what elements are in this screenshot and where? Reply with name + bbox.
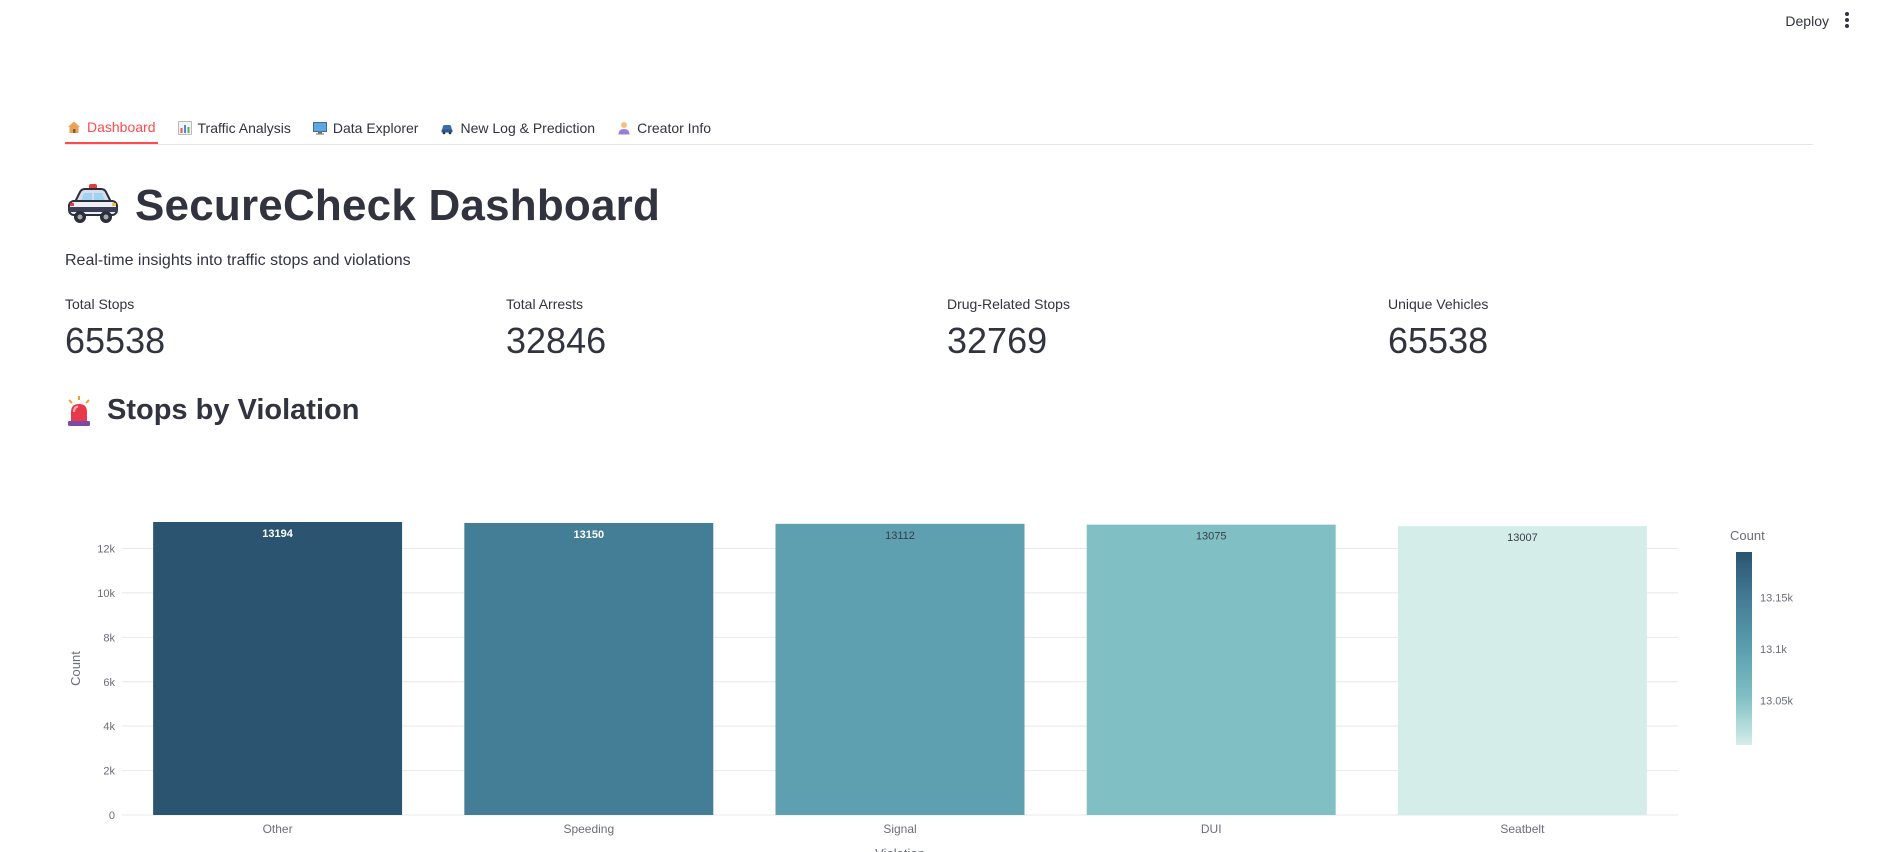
monitor-icon xyxy=(312,121,327,135)
bar-chart-icon xyxy=(177,121,192,135)
tab-traffic-analysis[interactable]: Traffic Analysis xyxy=(176,112,293,144)
y-tick-label: 4k xyxy=(103,721,115,733)
y-tick-label: 12k xyxy=(97,544,115,556)
metric-value: 65538 xyxy=(1388,320,1489,361)
y-tick-label: 0 xyxy=(109,810,115,822)
bar-value-label: 13075 xyxy=(1196,531,1227,543)
bar-value-label: 13194 xyxy=(262,528,293,540)
bar-value-label: 13112 xyxy=(885,530,915,542)
tab-bar: Dashboard Traffic Analysis Data Explorer… xyxy=(65,112,1813,145)
metric-total-arrests: Total Arrests 32846 xyxy=(506,296,606,362)
x-tick-label: DUI xyxy=(1201,822,1222,836)
car-icon xyxy=(440,121,454,135)
bar-value-label: 13150 xyxy=(574,529,605,541)
bar-seatbelt[interactable] xyxy=(1397,526,1647,815)
colorbar-tick-label: 13.1k xyxy=(1760,644,1787,656)
x-tick-label: Signal xyxy=(883,822,916,836)
y-tick-label: 6k xyxy=(103,677,115,689)
person-icon xyxy=(617,121,631,135)
y-tick-label: 10k xyxy=(97,588,115,600)
main-menu-icon[interactable] xyxy=(1844,12,1850,30)
metric-value: 32769 xyxy=(947,320,1048,361)
x-axis-label: Violation xyxy=(875,846,925,852)
tab-creator-info[interactable]: Creator Info xyxy=(615,112,713,144)
colorbar xyxy=(1736,552,1752,745)
colorbar-title: Count xyxy=(1730,528,1765,543)
metric-label: Drug-Related Stops xyxy=(947,296,1070,312)
tab-label: Dashboard xyxy=(87,119,156,135)
tab-label: Traffic Analysis xyxy=(197,120,291,136)
tab-dashboard[interactable]: Dashboard xyxy=(65,112,158,144)
colorbar-tick-label: 13.05k xyxy=(1760,696,1794,708)
section-title: Stops by Violation xyxy=(107,394,360,426)
tab-data-explorer[interactable]: Data Explorer xyxy=(311,112,421,144)
metric-total-stops: Total Stops 65538 xyxy=(65,296,165,362)
siren-icon xyxy=(65,395,93,427)
bar-speeding[interactable] xyxy=(464,522,714,815)
bar-value-label: 13007 xyxy=(1507,532,1538,544)
section-header: Stops by Violation xyxy=(65,394,359,427)
bar-other[interactable] xyxy=(153,522,403,815)
tab-label: Data Explorer xyxy=(332,120,419,136)
colorbar-tick-label: 13.15k xyxy=(1760,592,1794,604)
page-header: SecureCheck Dashboard xyxy=(65,180,660,232)
house-icon xyxy=(67,120,81,134)
top-toolbar: Deploy xyxy=(0,0,1887,44)
bar-dui[interactable] xyxy=(1086,524,1336,815)
tab-new-log-prediction[interactable]: New Log & Prediction xyxy=(438,112,597,144)
police-car-icon xyxy=(65,180,121,232)
deploy-button[interactable]: Deploy xyxy=(1785,13,1829,29)
y-tick-label: 2k xyxy=(103,766,115,778)
violation-bar-chart[interactable]: 0 2k 4k 6k 8k 10k 12k Count 13194 Other 13150 Speed… xyxy=(60,500,1820,852)
metric-unique-vehicles: Unique Vehicles 65538 xyxy=(1388,296,1488,362)
metric-label: Total Arrests xyxy=(506,296,584,312)
tab-label: Creator Info xyxy=(637,120,712,136)
metric-value: 65538 xyxy=(65,320,166,361)
metric-label: Unique Vehicles xyxy=(1388,296,1489,312)
metric-drug-related-stops: Drug-Related Stops 32769 xyxy=(947,296,1070,362)
x-tick-label: Other xyxy=(263,822,293,836)
y-axis-label: Count xyxy=(68,651,83,686)
x-tick-label: Seatbelt xyxy=(1500,822,1545,836)
metric-label: Total Stops xyxy=(65,296,135,312)
x-tick-label: Speeding xyxy=(563,822,614,836)
bar-signal[interactable] xyxy=(775,523,1025,815)
page-subtitle: Real-time insights into traffic stops an… xyxy=(65,252,411,269)
page-title: SecureCheck Dashboard xyxy=(135,181,661,230)
y-tick-label: 8k xyxy=(103,632,115,644)
metric-value: 32846 xyxy=(506,320,607,361)
tab-label: New Log & Prediction xyxy=(460,120,596,136)
